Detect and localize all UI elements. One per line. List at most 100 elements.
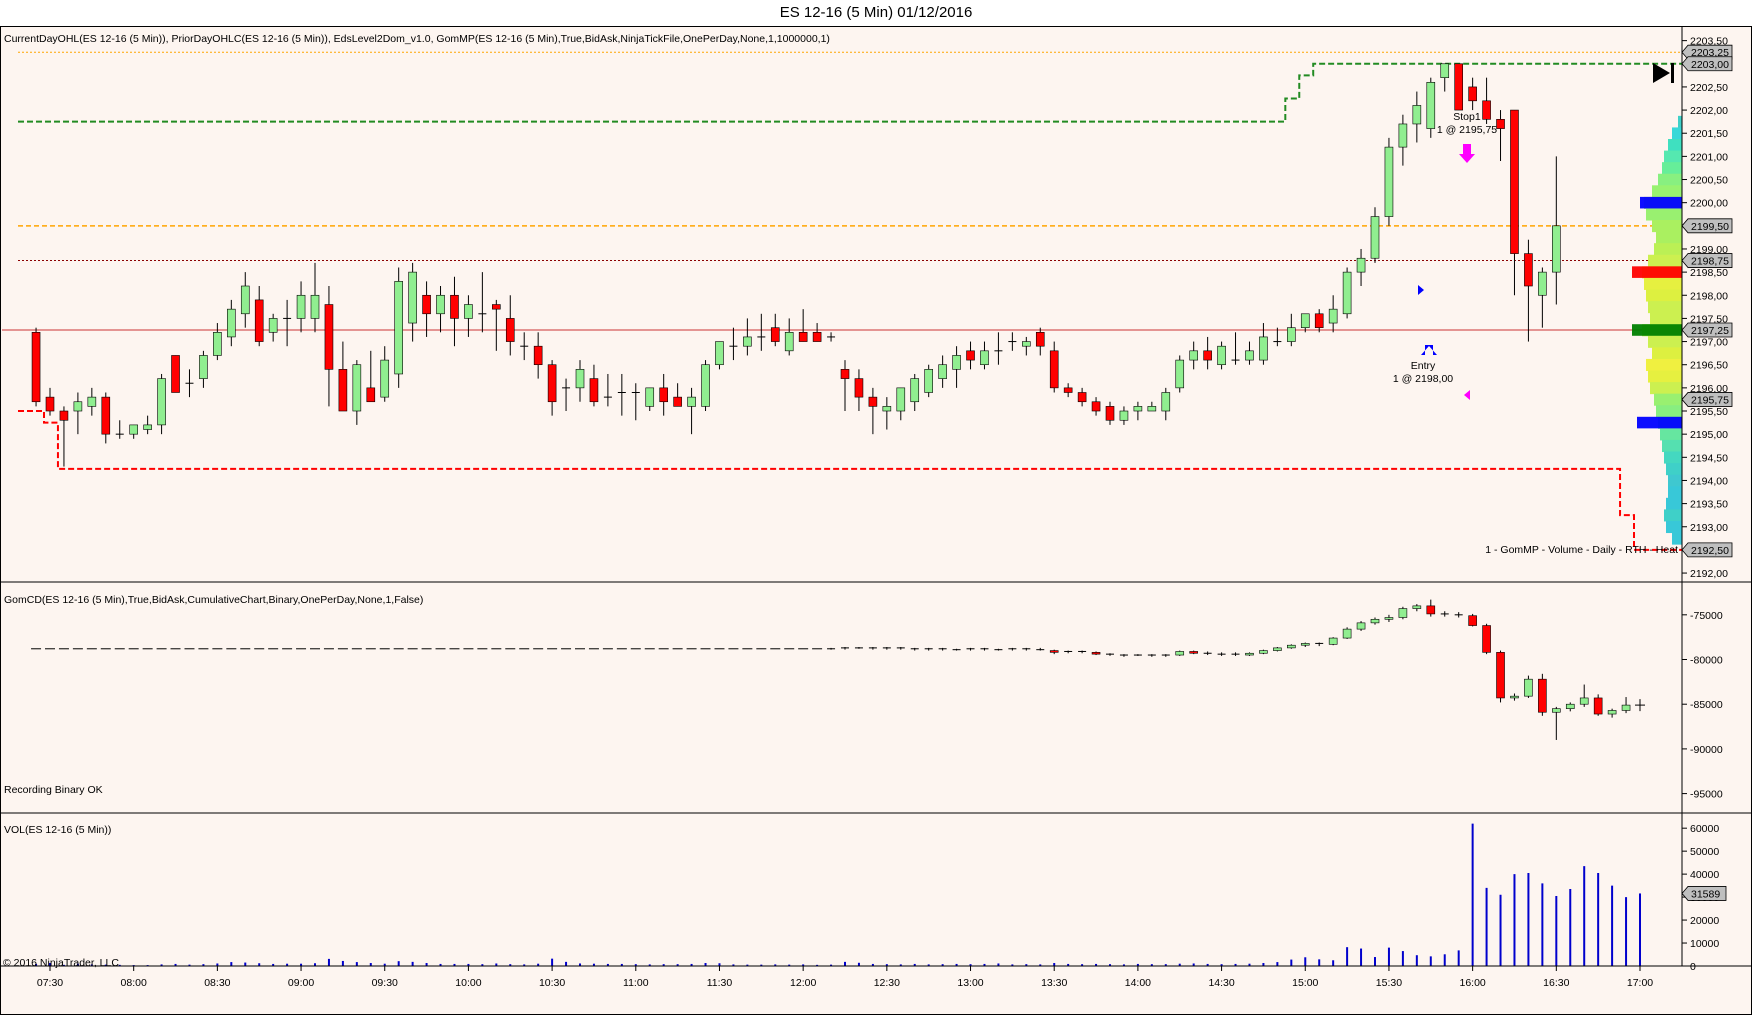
cd-tick-label: -80000 xyxy=(1690,655,1723,667)
price-candle xyxy=(31,327,41,407)
dom-block xyxy=(1637,416,1682,429)
price-body xyxy=(1077,392,1087,403)
stop-label: Stop1 xyxy=(1453,111,1481,123)
cd-body xyxy=(1259,650,1268,654)
price-body xyxy=(296,294,306,319)
price-body xyxy=(1538,271,1547,296)
chart-svg[interactable]: CurrentDayOHL(ES 12-16 (5 Min)), PriorDa… xyxy=(0,26,1752,1015)
time-tick-label: 10:00 xyxy=(455,977,481,989)
cd-candle xyxy=(1482,623,1491,655)
price-body xyxy=(1287,327,1296,342)
price-body xyxy=(1217,345,1226,366)
profile-row xyxy=(1664,509,1682,522)
outer-frame xyxy=(0,26,1752,1015)
price-body xyxy=(589,378,599,403)
price-body xyxy=(1063,387,1073,393)
cd-body xyxy=(1328,637,1338,645)
price-body xyxy=(966,350,975,361)
price-body xyxy=(575,369,585,389)
chart-title: ES 12-16 (5 Min) 01/12/2016 xyxy=(779,4,973,21)
dom-block xyxy=(1640,196,1682,209)
vol-last-marker: 31589 xyxy=(1681,886,1727,901)
price-body xyxy=(213,332,222,356)
price-body xyxy=(1440,63,1450,78)
profile-row xyxy=(1650,312,1682,325)
chart-area[interactable]: CurrentDayOHL(ES 12-16 (5 Min)), PriorDa… xyxy=(0,26,1752,1015)
price-body xyxy=(505,318,515,342)
price-candle xyxy=(171,355,180,393)
profile-row xyxy=(1646,289,1682,302)
profile-row xyxy=(1666,520,1682,534)
price-body xyxy=(268,318,278,333)
price-body xyxy=(645,387,655,407)
price-body xyxy=(59,410,69,421)
price-body xyxy=(1370,216,1380,259)
price-body xyxy=(882,406,892,412)
price-body xyxy=(1356,257,1366,273)
price-tick-label: 2202,00 xyxy=(1690,105,1728,117)
cd-candle xyxy=(1328,637,1338,646)
price-body xyxy=(87,396,97,407)
vol-tick-label: 0 xyxy=(1690,961,1696,973)
profile-row xyxy=(1658,173,1682,186)
profile-row xyxy=(1668,139,1682,152)
vol-tick-label: 20000 xyxy=(1690,915,1719,927)
price-tick-label: 2198,50 xyxy=(1690,267,1728,279)
vol-last-label: 31589 xyxy=(1691,888,1720,900)
cd-tick-label: -85000 xyxy=(1690,699,1723,711)
copyright: © 2016 NinjaTrader, LLC xyxy=(3,957,119,969)
cd-body xyxy=(1370,618,1380,624)
price-body xyxy=(310,294,320,319)
cd-candle xyxy=(1538,673,1547,716)
cd-body xyxy=(1468,615,1477,626)
cd-body xyxy=(1049,650,1059,653)
profile-row xyxy=(1668,486,1682,499)
dom-block xyxy=(1632,266,1682,278)
price-body xyxy=(701,364,710,407)
price-tick-label: 2193,50 xyxy=(1690,499,1728,511)
price-body xyxy=(422,294,431,315)
cd-body xyxy=(1175,651,1185,656)
price-body xyxy=(1259,336,1268,361)
price-body xyxy=(980,350,989,366)
cd-body xyxy=(1621,704,1631,711)
time-tick-label: 11:30 xyxy=(707,977,733,989)
time-tick-label: 13:00 xyxy=(957,977,983,989)
profile-row xyxy=(1662,439,1682,453)
price-body xyxy=(1342,271,1352,315)
price-marker-label: 2198,75 xyxy=(1691,256,1729,268)
time-tick-label: 11:00 xyxy=(623,977,649,989)
price-candle xyxy=(394,267,403,388)
time-tick-label: 08:30 xyxy=(204,977,230,989)
price-body xyxy=(1175,359,1185,389)
price-marker: 2195,75 xyxy=(1681,392,1733,407)
price-body xyxy=(1510,109,1519,254)
price-body xyxy=(1161,392,1171,412)
price-body xyxy=(910,378,920,403)
price-candle xyxy=(1426,77,1436,138)
price-tick-label: 2195,50 xyxy=(1690,406,1728,418)
profile-row xyxy=(1648,370,1682,383)
time-tick-label: 15:00 xyxy=(1292,977,1318,989)
cd-body xyxy=(1189,651,1198,654)
price-body xyxy=(73,401,83,412)
profile-row xyxy=(1648,335,1682,348)
price-body xyxy=(812,332,822,342)
cd-body xyxy=(1398,608,1408,618)
price-body xyxy=(1552,225,1561,273)
profile-row xyxy=(1654,393,1682,406)
profile-row xyxy=(1668,474,1682,487)
cd-body xyxy=(1300,643,1310,646)
profile-row xyxy=(1662,162,1682,175)
cd-body xyxy=(1524,678,1533,697)
cd-body xyxy=(1482,625,1491,653)
profile-row xyxy=(1660,428,1682,441)
price-body xyxy=(770,327,780,342)
price-body xyxy=(408,271,417,324)
price-body xyxy=(240,285,250,315)
cd-candle xyxy=(1287,644,1296,649)
price-candle xyxy=(157,373,166,435)
price-body xyxy=(547,364,557,403)
time-tick-label: 16:00 xyxy=(1459,977,1485,989)
price-body xyxy=(380,359,390,398)
